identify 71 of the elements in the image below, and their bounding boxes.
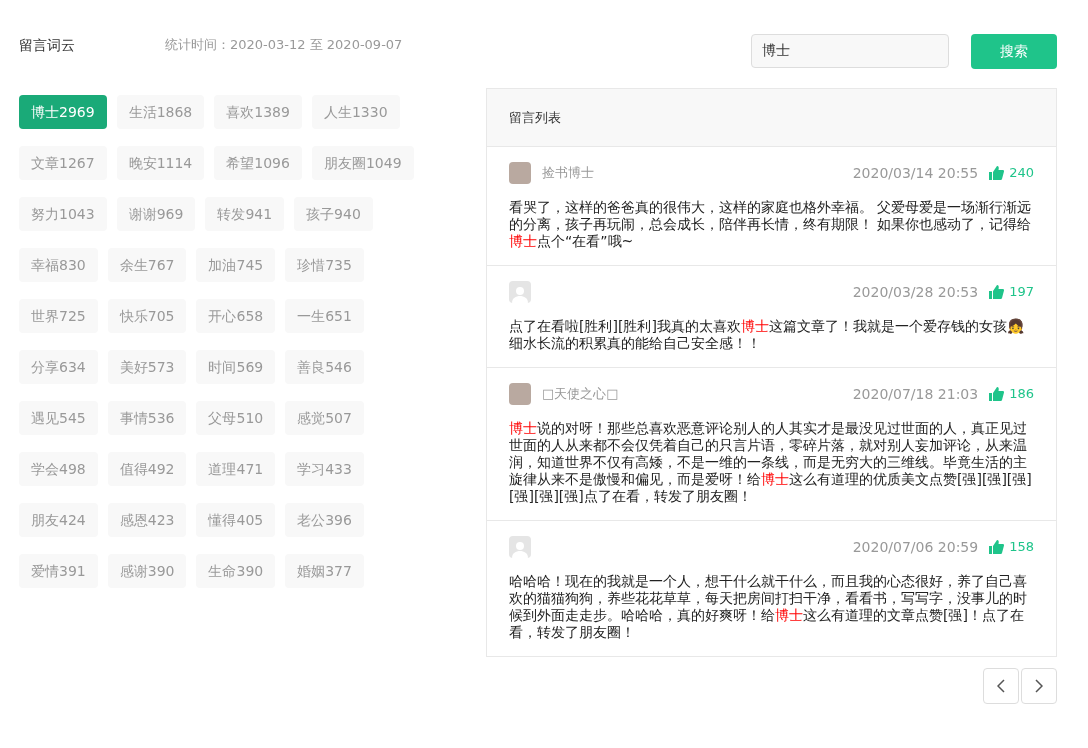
word-tag[interactable]: 开心658	[196, 299, 276, 333]
comment-time: 2020/03/14 20:55	[852, 163, 979, 183]
comment-time: 2020/07/18 21:03	[852, 384, 979, 404]
word-tag[interactable]: 遇见545	[19, 401, 98, 435]
word-tag[interactable]: 博士2969	[19, 95, 107, 129]
word-tag[interactable]: 父母510	[196, 401, 276, 435]
word-tag[interactable]: 学会498	[19, 452, 98, 486]
word-tag[interactable]: 道理471	[196, 452, 276, 486]
word-tag[interactable]: 加油745	[196, 248, 276, 282]
chevron-right-icon	[1035, 679, 1043, 693]
previous-page-button[interactable]	[983, 668, 1019, 704]
word-tag[interactable]: 转发941	[205, 197, 285, 231]
word-tag[interactable]: 懂得405	[196, 503, 276, 537]
avatar-photo-placeholder	[509, 162, 531, 184]
like-count: 197	[1009, 283, 1034, 302]
word-tag[interactable]: 一生651	[285, 299, 364, 333]
word-tag[interactable]: 事情536	[107, 401, 187, 435]
search-button[interactable]: 搜索	[971, 33, 1057, 69]
word-tag[interactable]: 生活1868	[116, 95, 205, 129]
word-tag[interactable]: 老公396	[285, 503, 364, 537]
word-tag[interactable]: 感恩423	[107, 503, 187, 537]
comment-text: 博士说的对呀！那些总喜欢恶意评论别人的人其实才是最没见过世面的人，真正见过世面的人从来都不会仅凭着自己的只言片语，零碎片落，就对别人妄加评论，从来温润，知道世界不仅有高矮，不是一维的一条线，而是无穷大的三维线。毕竟生活的主旋律从来不是傲慢和偏见，而是爱呀！给博士这么有道理的优质美文点赞[强][强][强][强][强][强]点了在看，转发了朋友圈！	[509, 420, 1033, 505]
thumbs-up-icon	[989, 540, 1005, 554]
word-tag[interactable]: 喜欢1389	[214, 95, 302, 129]
word-tag[interactable]: 文章1267	[19, 146, 107, 180]
default-avatar-icon	[509, 281, 531, 303]
word-tag[interactable]: 生命390	[196, 554, 276, 588]
word-tag[interactable]: 世界725	[19, 299, 98, 333]
word-tag[interactable]: 值得492	[107, 452, 187, 486]
chevron-left-icon	[997, 679, 1005, 693]
word-tag[interactable]: 余生767	[107, 248, 187, 282]
word-tag[interactable]: 人生1330	[311, 95, 400, 129]
word-tag[interactable]: 美好573	[107, 350, 187, 384]
comment-time: 2020/03/28 20:53	[852, 282, 979, 302]
word-tag[interactable]: 珍惜735	[285, 248, 364, 282]
comment-text: 点了在看啦[胜利][胜利]我真的太喜欢博士这篇文章了！我就是一个爱存钱的女孩👧 细水长流的积累真的能给自己安全感！！	[509, 318, 1025, 352]
user-name: 捡书博士	[542, 164, 594, 183]
word-tag[interactable]: 爱情391	[19, 554, 98, 588]
thumbs-up-icon	[989, 387, 1005, 401]
stat-period: 统计时间：2020-03-12 至 2020-09-07	[165, 36, 403, 55]
like-count: 158	[1009, 538, 1034, 557]
word-tag[interactable]: 分享634	[19, 350, 98, 384]
word-tag[interactable]: 朋友424	[19, 503, 98, 537]
next-page-button[interactable]	[1021, 668, 1057, 704]
word-tag[interactable]: 希望1096	[214, 146, 302, 180]
word-tag[interactable]: 谢谢969	[116, 197, 196, 231]
word-tag[interactable]: 幸福830	[19, 248, 98, 282]
word-tag[interactable]: 感觉507	[285, 401, 364, 435]
search-field[interactable]: 博士	[751, 34, 949, 68]
word-tag[interactable]: 时间569	[196, 350, 276, 384]
word-tag[interactable]: 孩子940	[294, 197, 373, 231]
user-name: □天使之心□	[542, 385, 619, 404]
word-tag[interactable]: 婚姻377	[285, 554, 364, 588]
word-tag[interactable]: 晚安1114	[116, 146, 205, 180]
thumbs-up-icon	[989, 166, 1005, 180]
thumbs-up-icon	[989, 285, 1005, 299]
comment-text: 哈哈哈！现在的我就是一个人，想干什么就干什么，而且我的心态很好，养了自己喜欢的猫猫狗狗，养些花花草草，每天把房间打扫干净，看看书，写写字，没事儿的时候到外面走走步。哈哈哈，真的好爽呀！给博士这么有道理的文章点赞[强]！点了在看，转发了朋友圈！	[509, 573, 1028, 641]
word-tag[interactable]: 学习433	[285, 452, 364, 486]
word-tag[interactable]: 朋友圈1049	[311, 146, 414, 180]
like-count: 240	[1009, 164, 1034, 183]
avatar-photo-placeholder	[509, 383, 531, 405]
section-title: 留言词云	[19, 35, 75, 55]
comment-text: 看哭了，这样的爸爸真的很伟大，这样的家庭也格外幸福。 父爱母爱是一场渐行渐远的分离，孩子再玩闹，总会成长，陪伴再长情，终有期限！ 如果你也感动了，记得给 博士点个“在看”哦~	[509, 199, 1033, 250]
default-avatar-icon	[509, 536, 531, 558]
like-count: 186	[1009, 385, 1034, 404]
word-tag[interactable]: 努力1043	[19, 197, 107, 231]
comment-time: 2020/07/06 20:59	[852, 537, 979, 557]
word-tag[interactable]: 感谢390	[107, 554, 187, 588]
word-tag[interactable]: 善良546	[285, 350, 364, 384]
word-tag[interactable]: 快乐705	[107, 299, 187, 333]
panel-title: 留言列表	[509, 108, 561, 127]
